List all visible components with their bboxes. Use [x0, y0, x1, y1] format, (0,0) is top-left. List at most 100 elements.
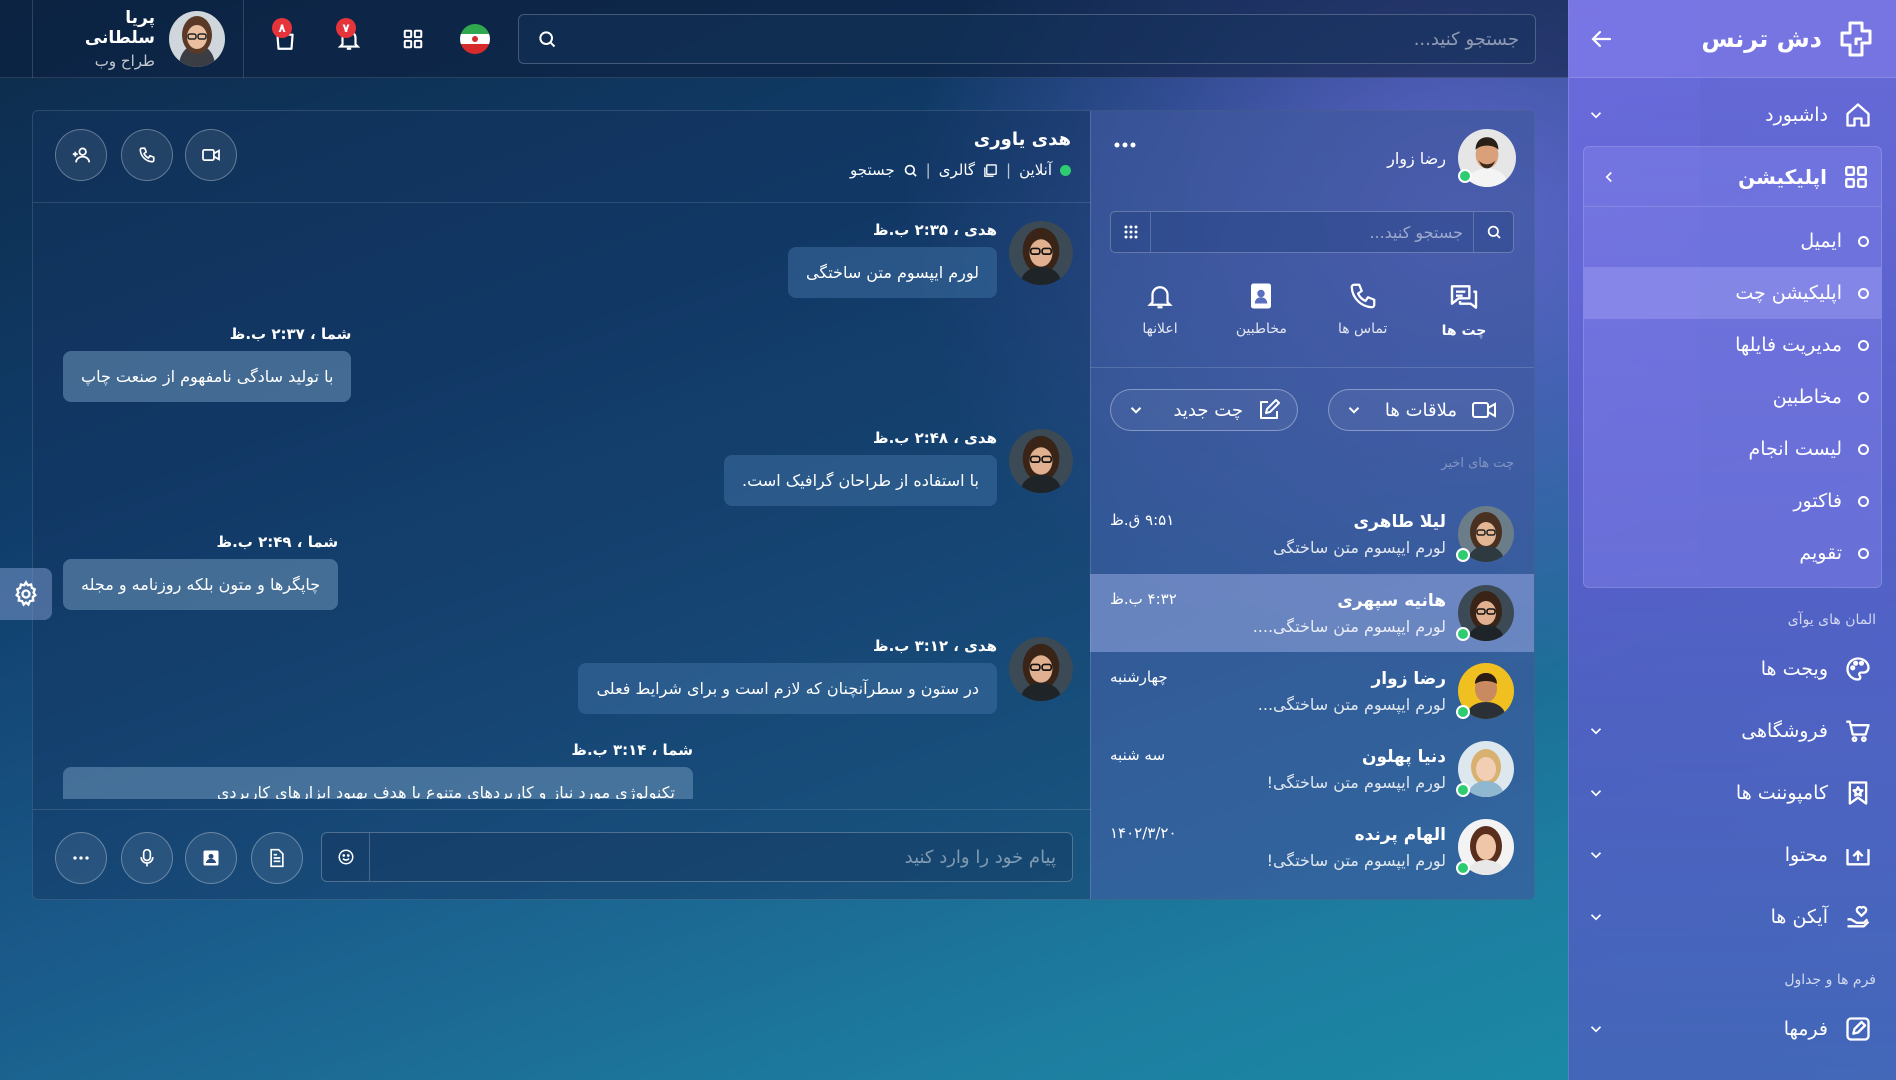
gear-icon: [12, 580, 40, 608]
search-icon[interactable]: [1473, 212, 1513, 252]
more-options-button[interactable]: [55, 832, 107, 884]
compose-icon: [1257, 398, 1281, 422]
sidebar-item-icons[interactable]: آیکن ها: [1569, 886, 1896, 948]
chat-list-item[interactable]: لیلا طاهری لورم ایپسوم متن ساختگی ۹:۵۱ ق.…: [1090, 495, 1534, 573]
puzzle-logo-icon: [1836, 19, 1876, 59]
sender-avatar: [1009, 637, 1073, 701]
sidebar-subitem-calendar[interactable]: تقویم: [1584, 527, 1881, 579]
conversation-search-link[interactable]: جستجو: [850, 161, 895, 179]
sidebar-subitem-invoice[interactable]: فاکتور: [1584, 475, 1881, 527]
message-incoming: هدی ، ۲:۳۵ ب.ظ لورم ایپسوم متن ساختگی: [788, 221, 1073, 298]
tab-label: مخاطبین: [1235, 321, 1287, 337]
apps-grid-icon[interactable]: [396, 22, 430, 56]
contact-avatar: [1456, 663, 1514, 719]
bullet-icon: [1858, 495, 1869, 507]
sidebar-subitem-email[interactable]: ایمیل: [1584, 215, 1881, 267]
tab-calls[interactable]: تماس ها: [1313, 281, 1413, 339]
bullet-icon: [1858, 235, 1869, 247]
message-input[interactable]: [370, 846, 1072, 868]
cart-icon: [1844, 717, 1872, 745]
video-camera-icon: [201, 147, 221, 163]
add-user-button[interactable]: [55, 129, 107, 181]
shopping-bag-icon[interactable]: ۸: [268, 18, 302, 56]
emoji-icon[interactable]: [322, 833, 370, 881]
message-bubble: در ستون و سطرآنچنان که لازم است و برای ش…: [578, 663, 997, 714]
current-user[interactable]: رضا زوار: [1387, 129, 1516, 187]
iran-flag-icon[interactable]: [458, 22, 492, 56]
user-profile[interactable]: پریا سلطانی طراح وب: [32, 0, 244, 78]
gallery-link[interactable]: گالری: [939, 161, 975, 179]
tab-contacts[interactable]: مخاطبین: [1211, 281, 1311, 339]
contact-search-input[interactable]: [1151, 222, 1473, 242]
global-search-input[interactable]: [619, 28, 1519, 50]
sidebar-subitem-chat[interactable]: اپلیکیشن چت: [1584, 267, 1881, 319]
more-dots-icon[interactable]: [1113, 141, 1137, 149]
sidebar-item-dashboard[interactable]: داشبورد: [1569, 84, 1896, 146]
search-icon: [903, 163, 918, 178]
chat-list-item-active[interactable]: هانیه سپهری لورم ایپسوم متن ساختگی.... ۴:…: [1090, 574, 1534, 652]
sidebar-group-apps: اپلیکیشن ایمیل اپلیکیشن چت مدیریت فایلها…: [1583, 146, 1882, 588]
palette-icon: [1844, 655, 1872, 683]
sidebar-subitem-todo[interactable]: لیست انجام: [1584, 423, 1881, 475]
voice-message-button[interactable]: [121, 832, 173, 884]
phone-icon: [1348, 281, 1378, 311]
sidebar-item-forms[interactable]: فرمها: [1569, 998, 1896, 1060]
message-sender-time: شما ، ۲:۴۹ ب.ظ: [216, 533, 339, 551]
chat-list-item[interactable]: دنیا پهلون لورم ایپسوم متن ساختگی! سه شنب…: [1090, 730, 1534, 808]
tab-notifications[interactable]: اعلانها: [1110, 281, 1210, 339]
search-icon[interactable]: [537, 29, 557, 49]
new-chat-label: چت جدید: [1173, 399, 1243, 421]
contact-name: رضا زوار: [1371, 668, 1446, 689]
sidebar-subitem-files[interactable]: مدیریت فایلها: [1584, 319, 1881, 371]
bullet-icon: [1858, 443, 1869, 455]
contact-name: الهام پرنده: [1354, 824, 1446, 845]
hand-heart-icon: [1844, 903, 1872, 931]
contact-last-message: لورم ایپسوم متن ساختگی....: [1252, 616, 1446, 636]
online-status-dot: [1060, 164, 1071, 176]
collapse-sidebar-arrow-icon[interactable]: [1589, 27, 1613, 51]
chevron-down-icon: [1587, 106, 1605, 124]
chat-list-item[interactable]: رضا زوار لورم ایپسوم متن ساختگی... چهارشن…: [1090, 652, 1534, 730]
meetings-dropdown[interactable]: ملاقات ها: [1328, 389, 1514, 431]
message-bubble: با استفاده از طراحان گرافیک است.: [724, 455, 997, 506]
bell-icon: [1145, 281, 1175, 311]
sidebar-item-label: آیکن ها: [1770, 906, 1828, 928]
contact-avatar: [1456, 506, 1514, 562]
sidebar-item-shop[interactable]: فروشگاهی: [1569, 700, 1896, 762]
notification-badge: ۷: [336, 18, 356, 38]
sidebar-item-label: اپلیکیشن: [1738, 164, 1827, 189]
contacts-tabs: چت ها تماس ها مخاطبین اعلانها: [1110, 281, 1514, 339]
sidebar-item-apps[interactable]: اپلیکیشن: [1584, 147, 1881, 207]
microphone-icon: [139, 848, 155, 868]
bullet-icon: [1858, 287, 1869, 299]
notification-bell-icon[interactable]: ۷: [332, 18, 366, 56]
attach-file-button[interactable]: [251, 832, 303, 884]
brand-name: دش ترنس: [1701, 24, 1822, 53]
tab-label: اعلانها: [1142, 321, 1178, 337]
message-incoming: هدی ، ۲:۴۸ ب.ظ با استفاده از طراحان گرافی…: [724, 429, 1073, 506]
message-input-box: [321, 832, 1073, 882]
sidebar-item-components[interactable]: کامپوننت ها: [1569, 762, 1896, 824]
sidebar-item-widgets[interactable]: ویجت ها: [1569, 638, 1896, 700]
tab-chats[interactable]: چت ها: [1414, 281, 1514, 339]
chat-list-item[interactable]: الهام پرنده لورم ایپسوم متن ساختگی! ۱۴۰۲/…: [1090, 808, 1534, 886]
sidebar-subitem-contacts[interactable]: مخاطبین: [1584, 371, 1881, 423]
voice-call-button[interactable]: [121, 129, 173, 181]
online-status-dot: [1456, 861, 1470, 875]
message-outgoing: شما ، ۲:۳۷ ب.ظ با تولید سادگی نامفهوم از…: [63, 325, 352, 402]
sidebar-item-content[interactable]: محتوا: [1569, 824, 1896, 886]
brand-logo[interactable]: دش ترنس: [1701, 19, 1876, 59]
new-chat-dropdown[interactable]: چت جدید: [1110, 389, 1298, 431]
video-call-button[interactable]: [185, 129, 237, 181]
home-icon: [1844, 101, 1872, 129]
apps-grid-icon: [1843, 164, 1869, 190]
sidebar-item-label: کامپوننت ها: [1735, 782, 1828, 804]
dialpad-icon[interactable]: [1111, 212, 1151, 252]
recent-chats-label: چت های اخیر: [1441, 456, 1514, 471]
share-contact-button[interactable]: [185, 832, 237, 884]
settings-button[interactable]: [0, 568, 52, 620]
current-user-avatar: [1458, 129, 1516, 187]
chevron-down-icon: [1587, 908, 1605, 926]
contact-last-message: لورم ایپسوم متن ساختگی: [1273, 537, 1446, 557]
chevron-down-icon: [1127, 401, 1145, 419]
